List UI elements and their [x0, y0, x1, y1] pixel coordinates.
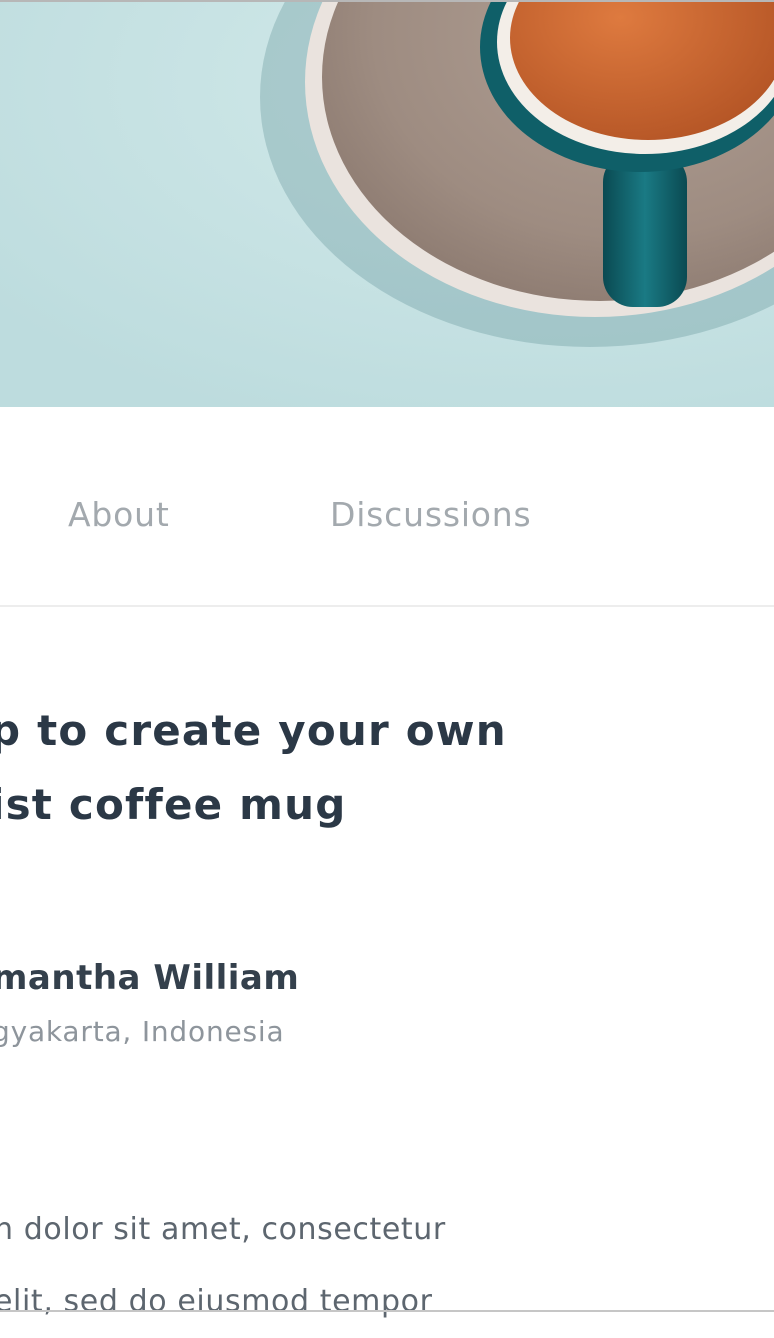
author-location: gyakarta, Indonesia	[0, 1015, 285, 1048]
hero-image	[0, 2, 774, 407]
article-title-line: p to create your own	[0, 706, 507, 755]
cup-handle	[603, 152, 687, 307]
tab-about[interactable]: About	[68, 495, 170, 534]
article-body-line: n dolor sit amet, consectetur	[0, 1212, 446, 1247]
profile-tabs: About Discussions	[0, 407, 774, 605]
bottom-border	[0, 1310, 774, 1312]
article-body: n dolor sit amet, consectetur elit, sed …	[0, 1194, 754, 1338]
author-name[interactable]: mantha William	[0, 958, 299, 998]
article-title-line: ist coffee mug	[0, 780, 347, 829]
tabs-divider	[0, 605, 774, 607]
article-title: p to create your own ist coffee mug	[0, 694, 760, 842]
article-body-line: elit, sed do eiusmod tempor	[0, 1284, 433, 1319]
tab-discussions[interactable]: Discussions	[330, 495, 531, 534]
coffee-cup-illustration	[0, 2, 774, 407]
